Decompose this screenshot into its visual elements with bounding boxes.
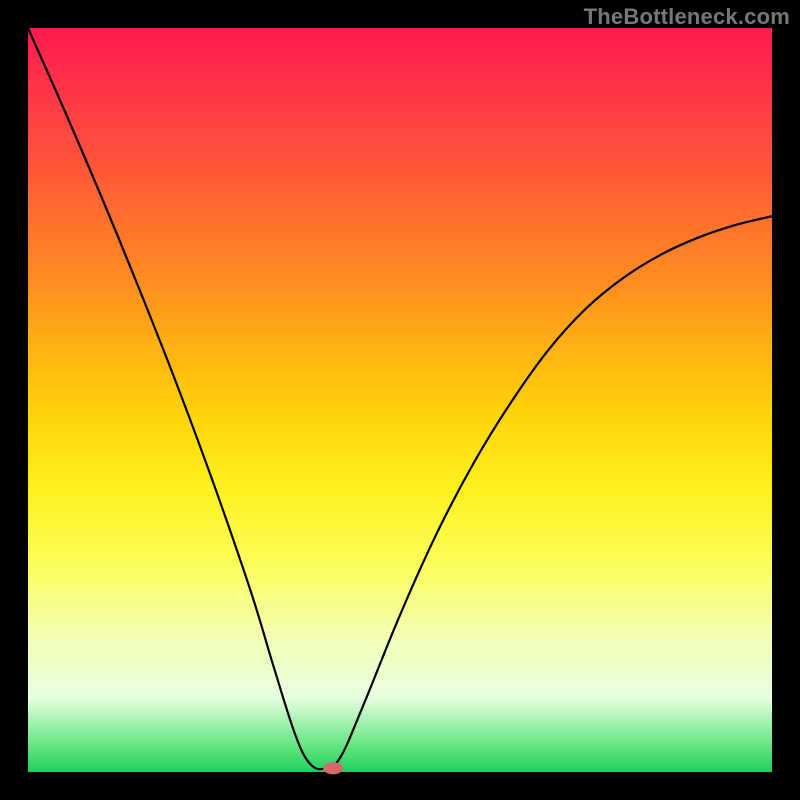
plot-area	[28, 28, 772, 772]
watermark-text: TheBottleneck.com	[584, 4, 790, 30]
optimal-point-marker	[323, 762, 343, 774]
bottleneck-curve	[28, 28, 772, 769]
chart-frame: TheBottleneck.com	[0, 0, 800, 800]
chart-svg	[28, 28, 772, 772]
